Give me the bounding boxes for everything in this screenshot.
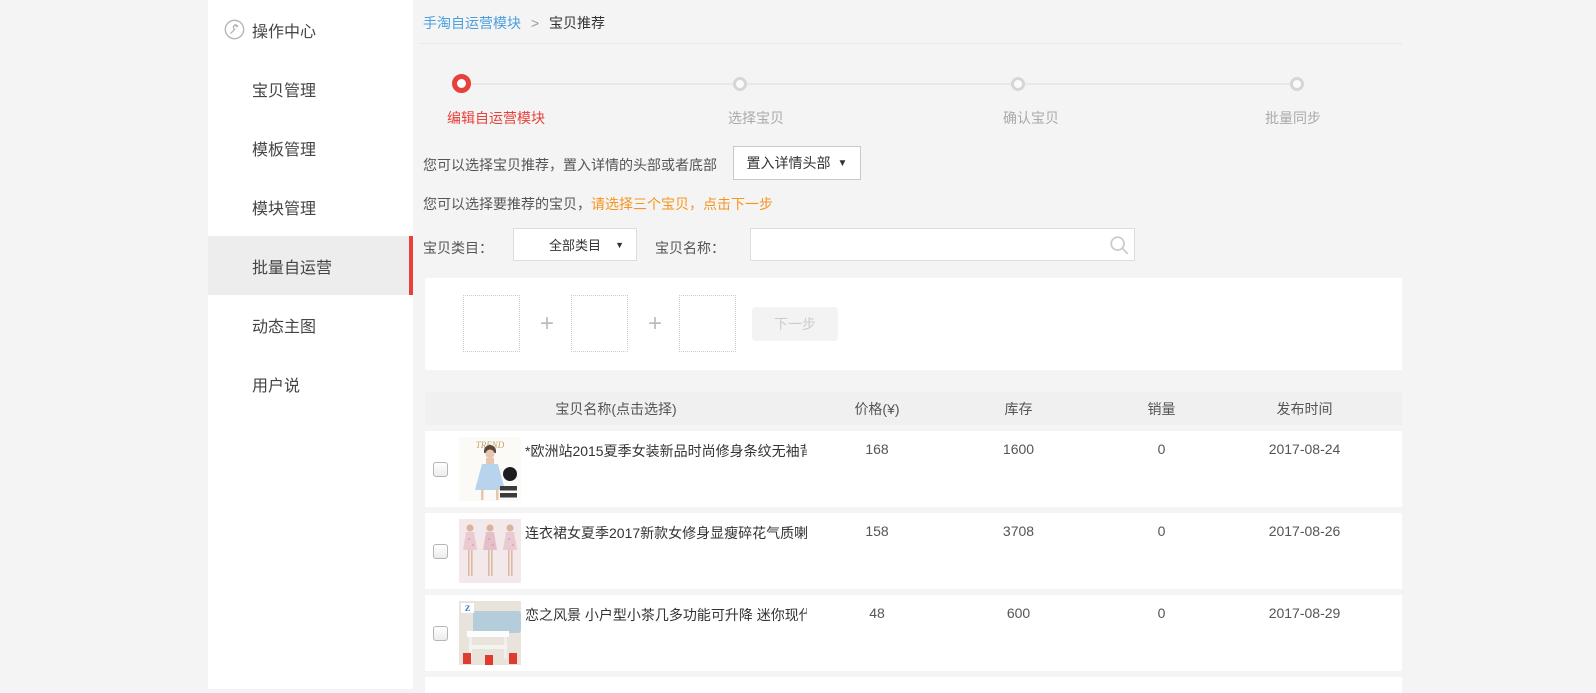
search-icon[interactable] [1108,234,1130,256]
sidebar-item-operation-center[interactable]: 操作中心 [208,0,413,59]
stepper: 编辑自运营模块 选择宝贝 确认宝贝 批量同步 [420,60,1402,130]
product-image: Z [459,601,521,665]
header-cell-sales: 销量 [1090,399,1233,419]
sidebar-item-user-says[interactable]: 用户说 [208,354,413,413]
category-label: 宝贝类目： [423,238,493,258]
sidebar: 操作中心 宝贝管理 模板管理 模块管理 批量自运营 动态主图 用户说 [208,0,413,689]
recommend-hint: 您可以选择要推荐的宝贝，请选择三个宝贝，点击下一步 [423,194,773,214]
step-label-edit-module: 编辑自运营模块 [447,108,545,128]
placement-select[interactable]: 置入详情头部 ▼ [733,146,861,180]
header-cell-stock: 库存 [947,399,1090,419]
sidebar-item-dynamic-main-image[interactable]: 动态主图 [208,295,413,354]
product-slot-2[interactable] [571,295,628,352]
product-name[interactable]: 连衣裙女夏季2017新款女修身显瘦碎花气质喇 [525,513,807,589]
product-image: TREND [459,437,521,501]
recommend-hint-highlight: 请选择三个宝贝，点击下一步 [591,196,773,212]
sidebar-item-label: 模板管理 [252,136,316,160]
sidebar-item-batch-self-operation[interactable]: 批量自运营 [208,236,413,295]
stepper-line [462,83,1297,85]
search-box [750,228,1135,261]
product-sales: 0 [1090,431,1233,507]
step-label-batch-sync: 批量同步 [1265,108,1321,128]
caret-down-icon: ▼ [838,158,848,169]
page: 操作中心 宝贝管理 模板管理 模块管理 批量自运营 动态主图 用户说 手淘自运营… [0,0,1596,689]
placement-select-value: 置入详情头部 [747,153,831,173]
sidebar-item-module-management[interactable]: 模块管理 [208,177,413,236]
product-stock: 3708 [947,513,1090,589]
step-circle-1 [452,74,471,93]
product-name[interactable]: *欧洲站2015夏季女装新品时尚修身条纹无袖背 [525,431,807,507]
sidebar-item-template-management[interactable]: 模板管理 [208,118,413,177]
sidebar-item-label: 动态主图 [252,313,316,337]
product-image [459,519,521,583]
header-cell-date: 发布时间 [1233,399,1376,419]
row-checkbox[interactable] [433,626,448,641]
products-table: 宝贝名称(点击选择) 价格(¥) 库存 销量 发布时间 TREND [425,392,1402,693]
slots-panel: + + 下一步 [425,278,1402,370]
breadcrumb-separator: > [531,15,539,31]
row-checkbox[interactable] [433,544,448,559]
product-name[interactable]: 恋之风景 小户型小茶几多功能可升降 迷你现代 [525,595,807,671]
sidebar-item-product-management[interactable]: 宝贝管理 [208,59,413,118]
row-checkbox[interactable] [433,462,448,477]
category-select-value: 全部类目 [549,235,601,254]
wrench-icon [224,19,245,40]
step-circle-2 [733,77,747,91]
product-name-label: 宝贝名称： [655,238,725,258]
category-select[interactable]: 全部类目 ▼ [513,228,637,261]
caret-down-icon: ▼ [615,240,624,250]
table-row[interactable]: TREND *欧洲站2015夏季女装新品时尚修身条纹无袖背 168 1600 0… [425,431,1402,507]
breadcrumb-current: 宝贝推荐 [549,15,605,31]
placement-hint: 您可以选择宝贝推荐，置入详情的头部或者底部 [423,155,717,175]
step-label-select-products: 选择宝贝 [728,108,784,128]
breadcrumb-divider [420,43,1402,44]
table-row[interactable]: 连衣裙女夏季2017新款女修身显瘦碎花气质喇 158 3708 0 2017-0… [425,513,1402,589]
step-label-confirm-products: 确认宝贝 [1003,108,1059,128]
table-row[interactable]: Z 恋之风景 小户型小茶几多功能可升降 迷你现代 48 600 0 2017-0… [425,595,1402,671]
product-sales: 0 [1090,513,1233,589]
next-step-button[interactable]: 下一步 [752,307,838,341]
table-header: 宝贝名称(点击选择) 价格(¥) 库存 销量 发布时间 [425,392,1402,425]
product-date: 2017-08-24 [1233,431,1376,507]
breadcrumb: 手淘自运营模块 > 宝贝推荐 [423,13,605,33]
breadcrumb-link[interactable]: 手淘自运营模块 [423,15,521,31]
sidebar-item-label: 宝贝管理 [252,77,316,101]
sidebar-item-label: 模块管理 [252,195,316,219]
search-input[interactable] [759,231,1103,259]
product-sales: 0 [1090,595,1233,671]
header-cell-price: 价格(¥) [807,399,947,419]
sidebar-item-label: 用户说 [252,372,300,396]
step-circle-4 [1290,77,1304,91]
step-circle-3 [1011,77,1025,91]
product-slot-3[interactable] [679,295,736,352]
header-cell-name: 宝贝名称(点击选择) [425,399,807,419]
recommend-hint-prefix: 您可以选择要推荐的宝贝， [423,196,591,212]
product-price: 48 [807,595,947,671]
product-slot-1[interactable] [463,295,520,352]
product-price: 158 [807,513,947,589]
product-price: 168 [807,431,947,507]
plus-icon: + [540,310,554,338]
svg-text:Z: Z [465,604,470,613]
product-stock: 1600 [947,431,1090,507]
product-date: 2017-08-29 [1233,595,1376,671]
plus-icon: + [648,310,662,338]
sidebar-item-label: 批量自运营 [252,254,332,278]
sidebar-item-label: 操作中心 [252,18,316,42]
product-stock: 600 [947,595,1090,671]
product-date: 2017-08-26 [1233,513,1376,589]
table-row-partial [425,677,1402,693]
